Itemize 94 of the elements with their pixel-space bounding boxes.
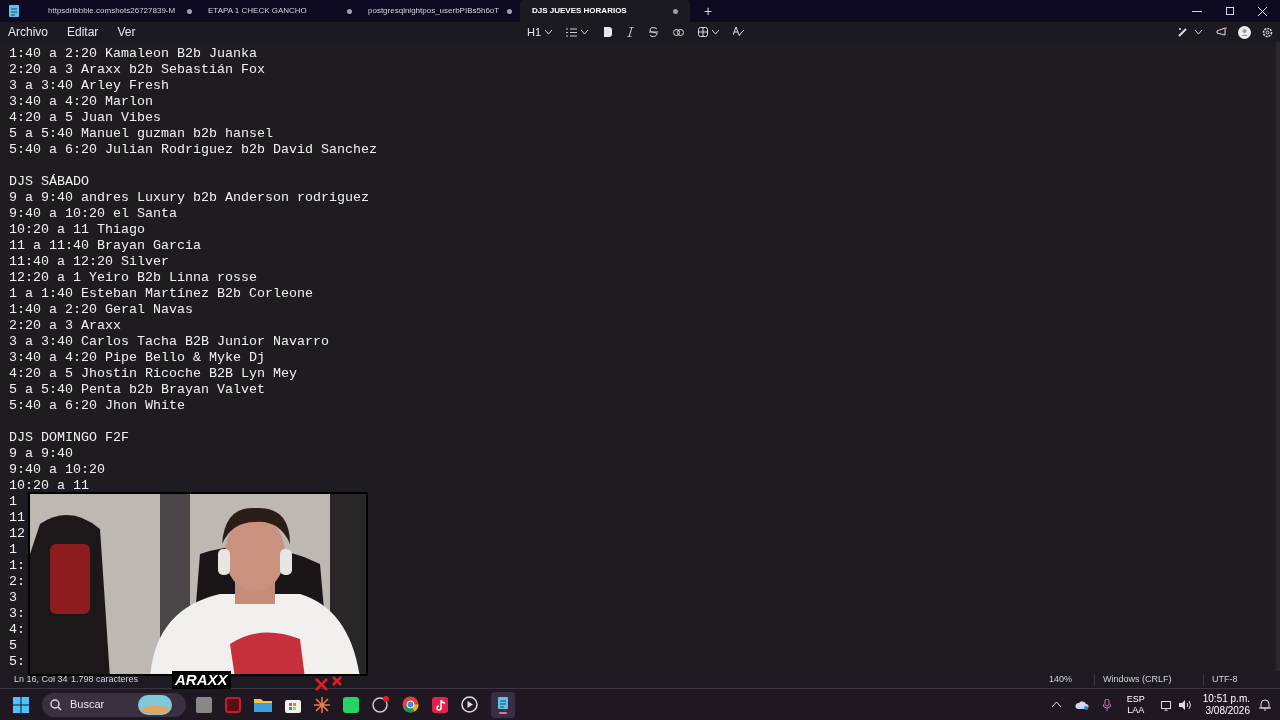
- notepad-taskbar-button[interactable]: [491, 691, 515, 718]
- cursor-position: Ln 16, Col 34: [14, 672, 69, 686]
- heading-dropdown[interactable]: H1: [526, 23, 541, 41]
- search-field[interactable]: Buscar: [42, 692, 186, 717]
- text-line: 10:20 a 11: [9, 478, 89, 493]
- megaphone-icon[interactable]: [1216, 27, 1227, 37]
- text-line: 11 a 11:40 Brayan Garcia: [9, 238, 201, 253]
- text-line: 9 a 9:40 andres Luxury b2b Anderson rodriguez: [9, 190, 369, 205]
- bell-icon[interactable]: [1259, 698, 1271, 711]
- network-icon[interactable]: [1160, 698, 1173, 711]
- caret-icon[interactable]: [581, 30, 588, 34]
- keyboard-layout[interactable]: LAA: [1127, 704, 1145, 716]
- strikethrough-icon[interactable]: [649, 27, 658, 37]
- play-icon[interactable]: [461, 696, 478, 713]
- cross-marks-icon: [315, 676, 343, 691]
- text-line: 3:40 a 4:20 Marlon: [9, 94, 153, 109]
- italic-icon[interactable]: [627, 27, 634, 37]
- close-icon[interactable]: [1258, 6, 1267, 16]
- tab[interactable]: ETAPA 1 CHECK GANCHO: [200, 0, 360, 22]
- chat-app-icon[interactable]: [343, 696, 359, 713]
- windows-start-icon[interactable]: [13, 696, 29, 713]
- text-line: 1: [9, 494, 17, 509]
- text-line: 5 a 5:40 Manuel guzman b2b hansel: [9, 126, 273, 141]
- folder-icon[interactable]: [254, 697, 272, 712]
- pen-sparkle-icon[interactable]: [1178, 27, 1189, 37]
- text-line: 2:20 a 3 Araxx b2b Sebastián Fox: [9, 62, 265, 77]
- text-line: 3:: [9, 606, 25, 621]
- microphone-icon[interactable]: [1102, 698, 1111, 711]
- link-icon[interactable]: [673, 28, 684, 36]
- starburst-icon[interactable]: [314, 696, 330, 713]
- text-line: 5:40 a 6:20 Jhon White: [9, 398, 185, 413]
- text-line: 10:20 a 11 Thiago: [9, 222, 145, 237]
- text-line: 11: [9, 510, 25, 525]
- text-line: 3: [9, 590, 17, 605]
- text-line: 9:40 a 10:20: [9, 462, 105, 477]
- text-line: 1:40 a 2:20 Kamaleon B2b Juanka: [9, 46, 257, 61]
- text-line: 5 a 5:40 Penta b2b Brayan Valvet: [9, 382, 265, 397]
- section-heading: DJS SÁBADO: [9, 174, 89, 189]
- table-icon[interactable]: [698, 27, 708, 37]
- text-line: 9 a 9:40: [9, 446, 73, 461]
- text-line: 5:: [9, 654, 25, 669]
- tab[interactable]: httpsdribbble.comshots26727839-M: [40, 0, 200, 22]
- widget-icon: [138, 694, 172, 715]
- text-line: 3 a 3:40 Arley Fresh: [9, 78, 169, 93]
- text-line: 1:40 a 2:20 Geral Navas: [9, 302, 193, 317]
- notepad-icon: [8, 4, 20, 18]
- text-line: 5:40 a 6:20 Julian Rodriguez b2b David Sanchez: [9, 142, 377, 157]
- text-line: 4:: [9, 622, 25, 637]
- text-line: 12: [9, 526, 25, 541]
- text-line: 4:20 a 5 Juan Vibes: [9, 110, 161, 125]
- text-line: 12:20 a 1 Yeiro B2b Linna rosse: [9, 270, 257, 285]
- caret-icon[interactable]: [712, 30, 719, 34]
- settings-icon[interactable]: [1262, 26, 1273, 38]
- menu-item[interactable]: Archivo: [8, 23, 48, 41]
- text-line: 3:40 a 4:20 Pipe Bello & Myke Dj: [9, 350, 265, 365]
- clear-formatting-icon[interactable]: [733, 27, 744, 37]
- text-line: 1 a 1:40 Esteban Martínez B2b Corleone: [9, 286, 313, 301]
- app-icon[interactable]: [196, 696, 212, 713]
- input-language[interactable]: ESP: [1126, 693, 1145, 705]
- menu-item[interactable]: Editar: [67, 23, 99, 41]
- notepad-icon: [497, 695, 509, 710]
- chevron-up-icon[interactable]: [1051, 702, 1061, 707]
- text-line: 3 a 3:40 Carlos Tacha B2B Junior Navarro: [9, 334, 329, 349]
- text-line: 4:20 a 5 Jhostin Ricoche B2B Lyn Mey: [9, 366, 297, 381]
- encoding: UTF-8: [1212, 672, 1239, 686]
- text-line: 5: [9, 638, 17, 653]
- line-endings: Windows (CRLF): [1103, 672, 1173, 686]
- text-line: 11:40 a 12:20 Silver: [9, 254, 169, 269]
- avatar-icon[interactable]: [1238, 25, 1251, 39]
- text-line: 2:20 a 3 Araxx: [9, 318, 121, 333]
- text-line: 2:: [9, 574, 25, 589]
- character-count: 1.798 caracteres: [71, 672, 140, 686]
- list-icon[interactable]: [566, 27, 577, 37]
- minimize-icon[interactable]: [1192, 10, 1202, 12]
- text-line: 1: [9, 542, 17, 557]
- caret-icon[interactable]: [545, 30, 552, 34]
- text-line: 9:40 a 10:20 el Santa: [9, 206, 177, 221]
- speaker-icon[interactable]: [1178, 699, 1191, 710]
- clock-time[interactable]: 10:51 p.m.: [1202, 692, 1250, 705]
- clock-date[interactable]: 3/08/2026: [1205, 704, 1250, 717]
- menu-item[interactable]: Ver: [117, 23, 136, 41]
- new-tab-button[interactable]: +: [704, 0, 713, 22]
- restore-icon[interactable]: [1226, 7, 1234, 15]
- tab[interactable]: DJS JUEVES HORARIOS: [520, 0, 690, 22]
- browser-icon[interactable]: [402, 696, 419, 713]
- caret-icon[interactable]: [1195, 30, 1202, 34]
- cloud-icon[interactable]: [1074, 699, 1089, 710]
- text-line: 1:: [9, 558, 25, 573]
- overlay-logo: ARAXX: [172, 671, 231, 689]
- tab[interactable]: postgresqlnightpos_userbPIBs5h6oT: [360, 0, 520, 22]
- section-heading: DJS DOMINGO F2F: [9, 430, 129, 445]
- search-icon: [50, 698, 62, 711]
- zoom-level: 140%: [1049, 672, 1074, 686]
- music-note-icon[interactable]: [432, 696, 448, 713]
